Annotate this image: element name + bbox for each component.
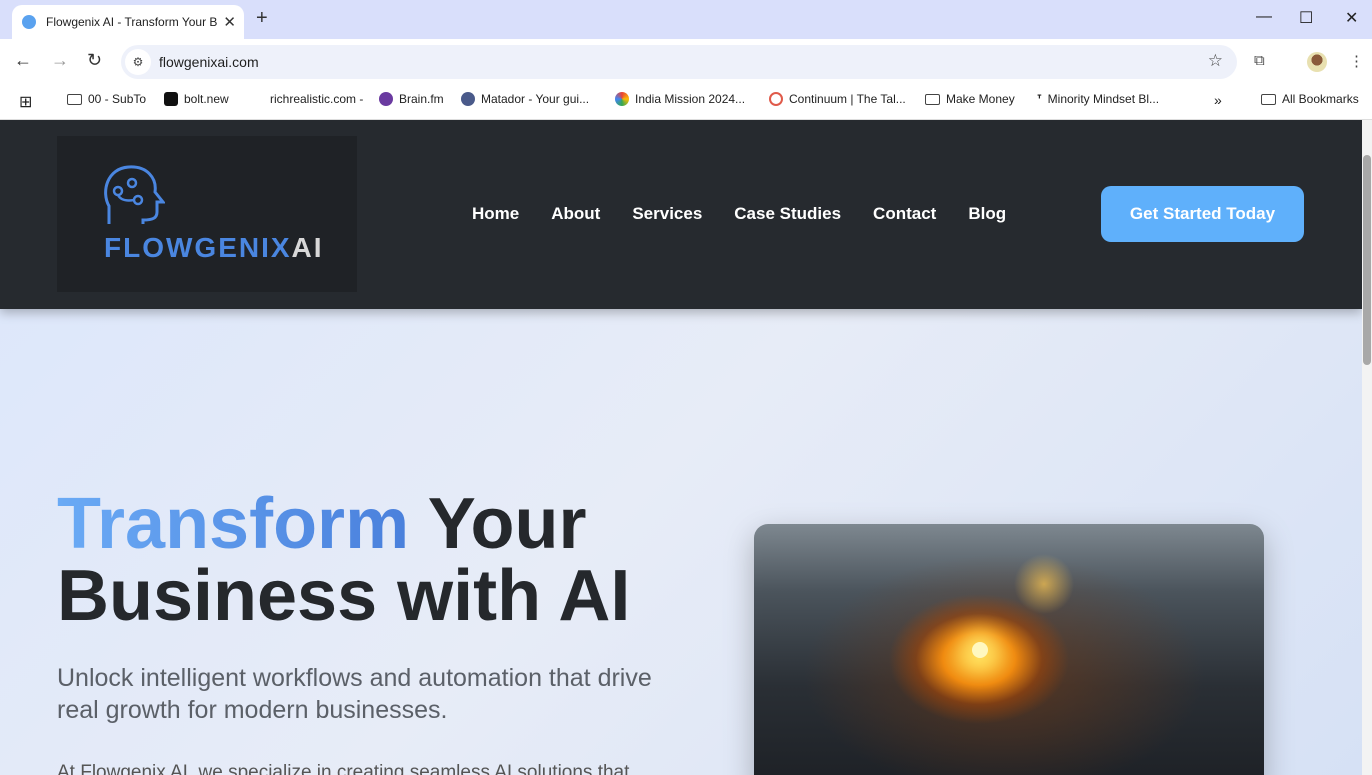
bookmark[interactable]: richrealistic.com - bbox=[270, 92, 363, 106]
bookmark-folder[interactable]: 00 - SubTo bbox=[67, 92, 146, 106]
bookmark[interactable]: Brain.fm bbox=[379, 92, 444, 106]
menu-icon[interactable]: ⋮ bbox=[1349, 52, 1364, 70]
folder-icon bbox=[1261, 93, 1276, 105]
folder-icon bbox=[67, 93, 82, 105]
bookmark-star-icon[interactable]: ☆ bbox=[1208, 51, 1223, 71]
bookmark[interactable]: Continuum | The Tal... bbox=[769, 92, 906, 106]
web-page: FLOWGENIXAI Home About Services Case Stu… bbox=[0, 120, 1362, 775]
hero-title: Transform Your Business with AI bbox=[57, 484, 631, 636]
apps-icon[interactable]: ⊞ bbox=[19, 92, 32, 112]
site-logo[interactable]: FLOWGENIXAI bbox=[57, 136, 357, 292]
nav-case-studies[interactable]: Case Studies bbox=[734, 204, 841, 224]
all-bookmarks[interactable]: All Bookmarks bbox=[1261, 92, 1359, 106]
continuum-icon bbox=[769, 92, 783, 106]
forward-icon[interactable]: → bbox=[51, 50, 69, 71]
ai-brain-image bbox=[754, 524, 1264, 775]
logo-text: FLOWGENIXAI bbox=[104, 232, 324, 263]
bookmark[interactable]: Matador - Your gui... bbox=[461, 92, 589, 106]
scrollbar-thumb[interactable] bbox=[1363, 155, 1371, 365]
url-text[interactable]: flowgenixai.com bbox=[159, 54, 259, 70]
nav-services[interactable]: Services bbox=[632, 204, 702, 224]
nav-contact[interactable]: Contact bbox=[873, 204, 936, 224]
hero-paragraph: At Flowgenix AI, we specialize in creati… bbox=[57, 762, 630, 775]
minimize-icon[interactable]: — bbox=[1256, 8, 1272, 26]
search-tab-icon[interactable]: ⧉ bbox=[1254, 52, 1265, 69]
reload-icon[interactable]: ↻ bbox=[87, 50, 102, 71]
brain-glow bbox=[972, 642, 988, 658]
new-tab-icon[interactable]: + bbox=[256, 7, 268, 30]
folder-icon bbox=[925, 93, 940, 105]
back-icon[interactable]: ← bbox=[14, 50, 32, 71]
matador-icon bbox=[461, 92, 475, 106]
nav-blog[interactable]: Blog bbox=[968, 204, 1006, 224]
address-bar[interactable]: ⚙ flowgenixai.com ☆ bbox=[121, 45, 1237, 79]
main-nav: Home About Services Case Studies Contact… bbox=[472, 204, 1006, 224]
bookmark-folder[interactable]: Make Money bbox=[925, 92, 1015, 106]
bolt-icon bbox=[164, 92, 178, 106]
browser-tab[interactable]: Flowgenix AI - Transform Your B ✕ bbox=[12, 5, 244, 39]
more-bookmarks-icon[interactable]: » bbox=[1214, 92, 1222, 108]
bookmark[interactable]: ᐪ Minority Mindset Bl... bbox=[1037, 92, 1159, 106]
brainfm-icon bbox=[379, 92, 393, 106]
tab-title: Flowgenix AI - Transform Your B bbox=[46, 15, 218, 29]
tab-strip: Flowgenix AI - Transform Your B ✕ + — ☐ … bbox=[0, 0, 1372, 39]
nav-about[interactable]: About bbox=[551, 204, 600, 224]
close-window-icon[interactable]: ✕ bbox=[1345, 8, 1358, 28]
maximize-icon[interactable]: ☐ bbox=[1299, 8, 1313, 28]
site-favicon-icon bbox=[22, 15, 36, 29]
bookmark[interactable]: bolt.new bbox=[164, 92, 229, 106]
hero-subtitle: Unlock intelligent workflows and automat… bbox=[57, 664, 652, 724]
nav-home[interactable]: Home bbox=[472, 204, 519, 224]
site-header: FLOWGENIXAI Home About Services Case Stu… bbox=[0, 120, 1362, 309]
close-tab-icon[interactable]: ✕ bbox=[223, 13, 236, 31]
minority-mindset-icon: ᐪ bbox=[1037, 92, 1042, 106]
bookmark[interactable]: India Mission 2024... bbox=[615, 92, 745, 106]
pinwheel-icon bbox=[615, 92, 629, 106]
brain-head-icon bbox=[104, 165, 165, 224]
get-started-button[interactable]: Get Started Today bbox=[1101, 186, 1304, 242]
profile-avatar[interactable] bbox=[1307, 52, 1327, 72]
site-settings-icon[interactable]: ⚙ bbox=[125, 49, 151, 75]
bookmarks-bar: ⊞ 00 - SubTo bolt.new richrealistic.com … bbox=[0, 85, 1372, 120]
